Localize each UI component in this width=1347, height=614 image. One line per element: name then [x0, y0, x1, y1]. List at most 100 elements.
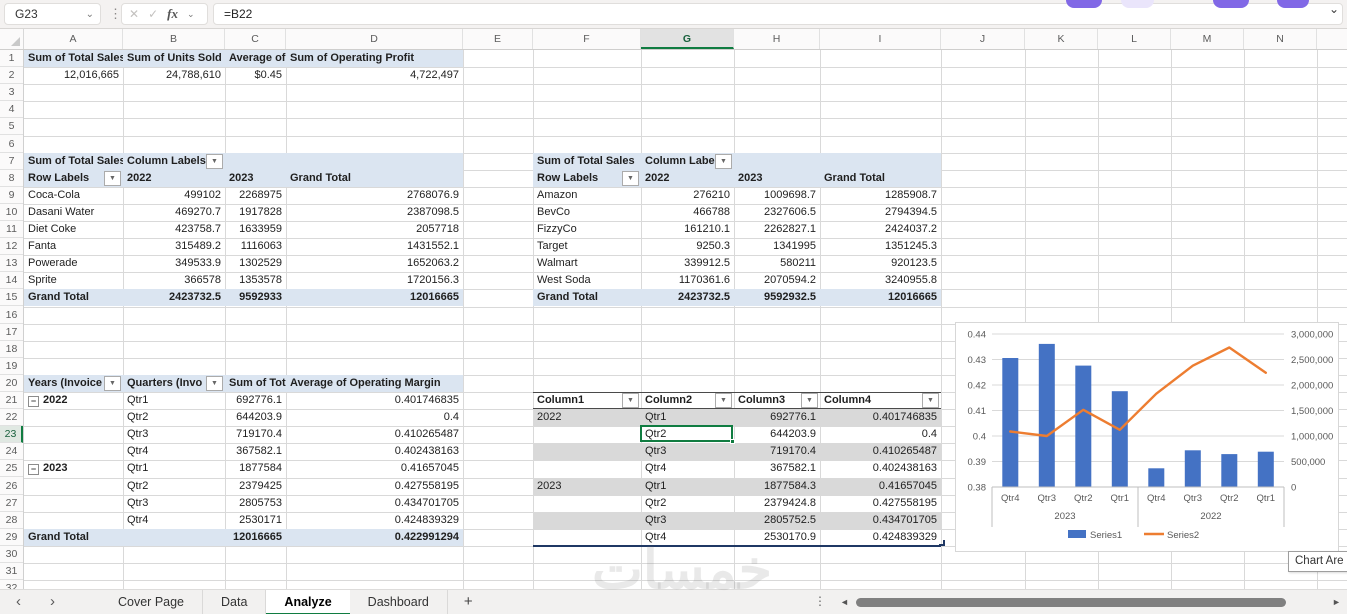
- cell-I8[interactable]: Grand Total: [820, 170, 941, 187]
- horizontal-scrollbar-thumb[interactable]: [856, 598, 1286, 607]
- cell-B27[interactable]: Qtr3: [123, 495, 225, 512]
- row-header-12[interactable]: 12: [0, 238, 23, 256]
- filter-dropdown-icon[interactable]: ▼: [622, 393, 639, 408]
- cell-B10[interactable]: 469270.7: [123, 204, 225, 221]
- enter-icon[interactable]: ✓: [148, 7, 158, 21]
- cancel-icon[interactable]: ✕: [129, 7, 139, 21]
- column-header-G[interactable]: G: [641, 29, 734, 49]
- cell-H13[interactable]: 580211: [734, 255, 820, 272]
- cell-I13[interactable]: 920123.5: [820, 255, 941, 272]
- cell-H28[interactable]: 2805752.5: [734, 512, 820, 529]
- column-header-E[interactable]: E: [463, 29, 533, 49]
- column-header-D[interactable]: D: [286, 29, 463, 49]
- filter-dropdown-icon[interactable]: ▼: [715, 393, 732, 408]
- cell-H15[interactable]: 9592932.5: [734, 289, 820, 306]
- cell-A21[interactable]: −2022: [24, 392, 123, 409]
- cell-G13[interactable]: 339912.5: [641, 255, 734, 272]
- filter-dropdown-icon[interactable]: ▼: [715, 153, 732, 169]
- cell-F14[interactable]: West Soda: [533, 272, 641, 289]
- column-header-B[interactable]: B: [123, 29, 225, 49]
- cell-D8[interactable]: Grand Total: [286, 170, 463, 187]
- cell-G11[interactable]: 161210.1: [641, 221, 734, 238]
- cell-D9[interactable]: 2768076.9: [286, 187, 463, 204]
- cell-C27[interactable]: 2805753: [225, 495, 286, 512]
- row-header-15[interactable]: 15: [0, 289, 23, 307]
- row-header-1[interactable]: 1: [0, 50, 23, 68]
- scrollbar-dots-icon[interactable]: ⋮: [814, 594, 826, 608]
- cell-I14[interactable]: 3240955.8: [820, 272, 941, 289]
- row-header-13[interactable]: 13: [0, 255, 23, 273]
- column-header-J[interactable]: J: [941, 29, 1025, 49]
- cell-C25[interactable]: 1877584: [225, 460, 286, 477]
- cell-G10[interactable]: 466788: [641, 204, 734, 221]
- row-header-3[interactable]: 3: [0, 84, 23, 102]
- column-header-K[interactable]: K: [1025, 29, 1098, 49]
- cell-B13[interactable]: 349533.9: [123, 255, 225, 272]
- cell-C11[interactable]: 1633959: [225, 221, 286, 238]
- cell-A7[interactable]: Sum of Total Sales: [24, 153, 123, 170]
- filter-dropdown-icon[interactable]: ▼: [104, 375, 121, 391]
- row-header-7[interactable]: 7: [0, 153, 23, 170]
- cell-I11[interactable]: 2424037.2: [820, 221, 941, 238]
- cell-C26[interactable]: 2379425: [225, 478, 286, 495]
- cell-I25[interactable]: 0.402438163: [820, 460, 941, 477]
- cell-D27[interactable]: 0.434701705: [286, 495, 463, 512]
- cell-B23[interactable]: Qtr3: [123, 426, 225, 443]
- cell-B2[interactable]: 24,788,610: [123, 67, 225, 84]
- cell-C29[interactable]: 12016665: [225, 529, 286, 546]
- cell-D21[interactable]: 0.401746835: [286, 392, 463, 409]
- row-header-24[interactable]: 24: [0, 443, 23, 461]
- cell-H9[interactable]: 1009698.7: [734, 187, 820, 204]
- row-header-29[interactable]: 29: [0, 529, 23, 546]
- cell-F26[interactable]: 2023: [533, 478, 641, 495]
- cell-B9[interactable]: 499102: [123, 187, 225, 204]
- filter-dropdown-icon[interactable]: ▼: [206, 153, 223, 169]
- toolbar-button[interactable]: [1277, 0, 1309, 8]
- cell-F7[interactable]: Sum of Total Sales: [533, 153, 641, 170]
- cell-D24[interactable]: 0.402438163: [286, 443, 463, 460]
- cell-G14[interactable]: 1170361.6: [641, 272, 734, 289]
- sheet-tab-cover-page[interactable]: Cover Page: [100, 590, 204, 614]
- cell-F13[interactable]: Walmart: [533, 255, 641, 272]
- cell-G29[interactable]: Qtr4: [641, 529, 734, 546]
- cell-C24[interactable]: 367582.1: [225, 443, 286, 460]
- cell-C23[interactable]: 719170.4: [225, 426, 286, 443]
- cell-D12[interactable]: 1431552.1: [286, 238, 463, 255]
- cell-D20[interactable]: Average of Operating Margin: [286, 375, 463, 392]
- filter-dropdown-icon[interactable]: ▼: [622, 170, 639, 186]
- cell-B14[interactable]: 366578: [123, 272, 225, 289]
- cell-I23[interactable]: 0.4: [820, 426, 941, 443]
- cell-G22[interactable]: Qtr1: [641, 409, 734, 426]
- row-header-30[interactable]: 30: [0, 546, 23, 563]
- formula-input[interactable]: =B22: [213, 3, 1343, 25]
- cell-G9[interactable]: 276210: [641, 187, 734, 204]
- row-header-4[interactable]: 4: [0, 101, 23, 119]
- cell-C12[interactable]: 1116063: [225, 238, 286, 255]
- name-box[interactable]: G23 ⌄: [4, 3, 101, 25]
- cell-B22[interactable]: Qtr2: [123, 409, 225, 426]
- cell-D25[interactable]: 0.41657045: [286, 460, 463, 477]
- column-header-M[interactable]: M: [1171, 29, 1244, 49]
- cell-I27[interactable]: 0.427558195: [820, 495, 941, 512]
- cell-H12[interactable]: 1341995: [734, 238, 820, 255]
- table-resize-handle[interactable]: [939, 539, 945, 546]
- sheet-tab-data[interactable]: Data: [203, 590, 267, 614]
- cell-G25[interactable]: Qtr4: [641, 460, 734, 477]
- cell-C2[interactable]: $0.45: [225, 67, 286, 84]
- row-header-25[interactable]: 25: [0, 460, 23, 478]
- row-header-18[interactable]: 18: [0, 341, 23, 358]
- cell-C28[interactable]: 2530171: [225, 512, 286, 529]
- row-header-11[interactable]: 11: [0, 221, 23, 239]
- row-header-31[interactable]: 31: [0, 563, 23, 581]
- column-header-A[interactable]: A: [24, 29, 123, 49]
- cell-B12[interactable]: 315489.2: [123, 238, 225, 255]
- cell-H24[interactable]: 719170.4: [734, 443, 820, 460]
- cell-C10[interactable]: 1917828: [225, 204, 286, 221]
- cell-C21[interactable]: 692776.1: [225, 392, 286, 409]
- cell-B25[interactable]: Qtr1: [123, 460, 225, 477]
- row-header-20[interactable]: 20: [0, 375, 23, 392]
- cell-A2[interactable]: 12,016,665: [24, 67, 123, 84]
- scroll-left-icon[interactable]: ◄: [840, 597, 849, 607]
- cell-H25[interactable]: 367582.1: [734, 460, 820, 477]
- filter-dropdown-icon[interactable]: ▼: [104, 170, 121, 186]
